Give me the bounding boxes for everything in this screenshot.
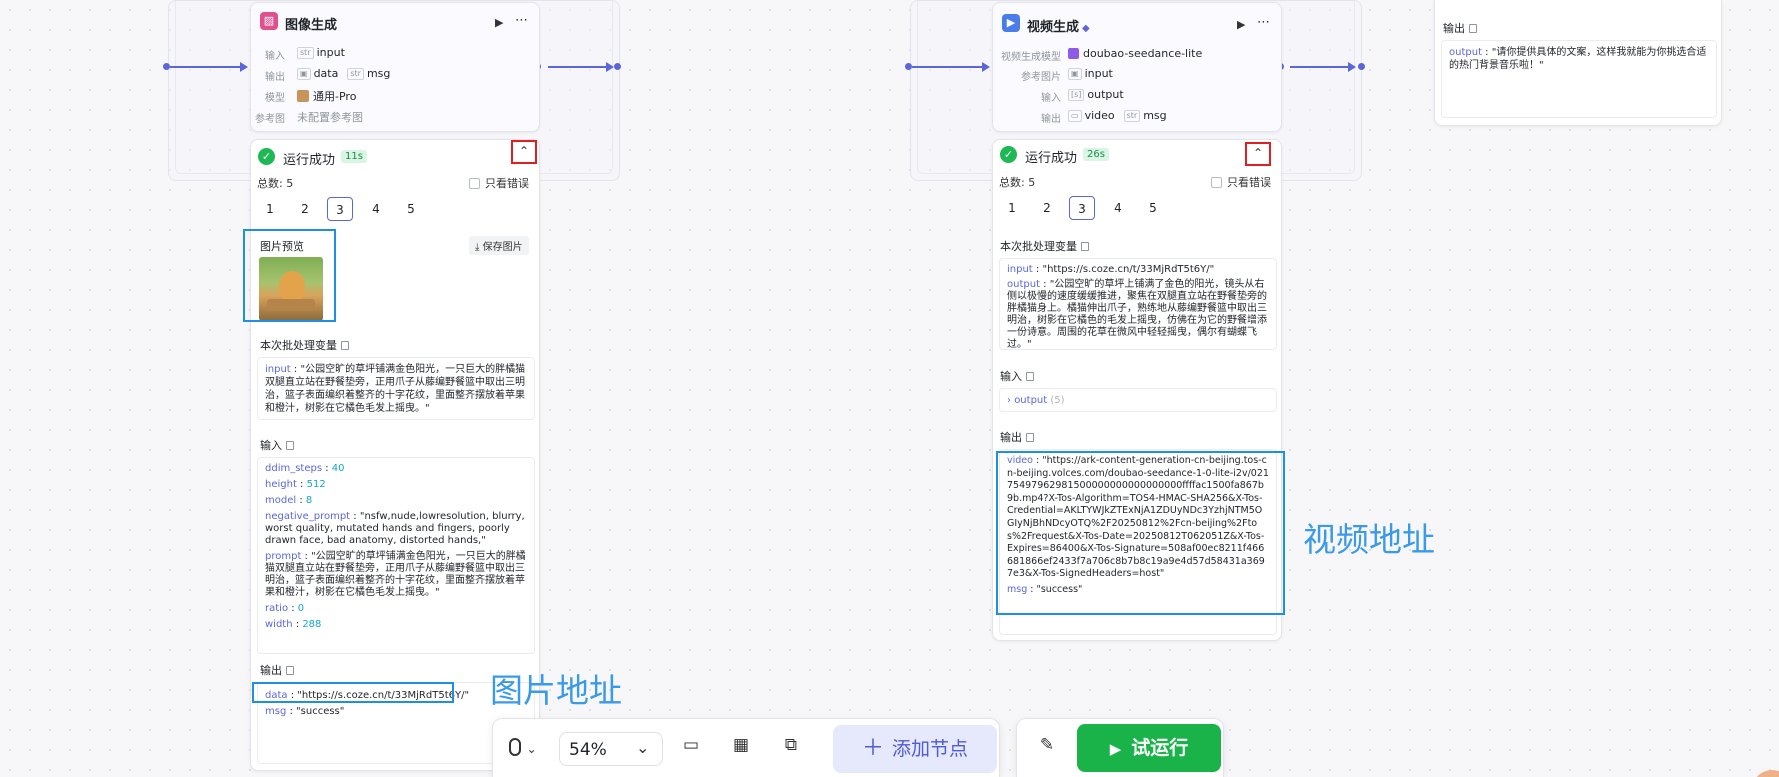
mouse-mode-icon[interactable]: ⌄: [505, 738, 541, 758]
save-image-button[interactable]: ⤓ 保存图片: [469, 236, 529, 255]
batch-vars: input : "https://s.coze.cn/t/33MjRdT5t6Y…: [999, 258, 1277, 350]
page-1[interactable]: 1: [999, 196, 1025, 220]
wrench-icon[interactable]: ✎: [1035, 735, 1059, 755]
video-icon: ▶: [1002, 14, 1020, 32]
more-icon[interactable]: ⋯: [1257, 15, 1271, 30]
input-collapsed-row[interactable]: › output (5): [999, 388, 1277, 412]
run-toolbar: ✎ ▶ 试运行: [1016, 718, 1224, 777]
minimap-icon[interactable]: ⧉: [779, 735, 803, 755]
connection-line: [170, 66, 240, 68]
play-icon[interactable]: ▶: [1237, 18, 1245, 31]
output-port[interactable]: [614, 63, 621, 70]
connection-line: [548, 66, 608, 68]
grid-layout-icon[interactable]: ▦: [729, 735, 753, 755]
only-errors-checkbox[interactable]: 只看错误: [469, 175, 529, 191]
image-url-annotation: 图片地址: [490, 671, 622, 710]
plus-icon: ＋: [861, 736, 884, 761]
page-2[interactable]: 2: [292, 197, 318, 221]
input-port[interactable]: [905, 63, 912, 70]
node-title: 图像生成: [285, 18, 338, 33]
collapse-button[interactable]: ⌃: [511, 140, 537, 164]
image-icon: ▨: [260, 12, 278, 30]
copy-icon: [1026, 433, 1034, 442]
batch-vars: input : "公园空旷的草坪铺满金色阳光，一只巨大的胖橘猫双腿直立站在野餐垫…: [257, 357, 535, 420]
arrow-icon: [1348, 62, 1356, 72]
copy-icon: [1081, 242, 1089, 251]
video-url-annotation: 视频地址: [1303, 520, 1435, 559]
page-5[interactable]: 5: [1140, 196, 1166, 220]
page-5[interactable]: 5: [398, 197, 424, 221]
arrow-icon: [240, 62, 248, 72]
collapse-button[interactable]: ⌃: [1245, 142, 1271, 166]
corner-decoration: [1752, 770, 1779, 777]
check-icon: ✓: [258, 148, 275, 165]
more-icon[interactable]: ⋯: [515, 13, 529, 28]
text-output-node: 输出 output : "请你提供具体的文案，这样我就能为你挑选合适的热门背景音…: [1434, 0, 1722, 126]
play-icon: ▶: [1109, 740, 1122, 758]
image-url-highlight: [252, 682, 454, 703]
add-node-button[interactable]: ＋添加节点: [833, 725, 997, 773]
inputs-box: ddim_steps : 40 height : 512 model : 8 n…: [257, 457, 535, 654]
page-3[interactable]: 3: [1069, 196, 1095, 220]
page-3[interactable]: 3: [327, 197, 353, 221]
arrow-icon: [606, 62, 614, 72]
check-icon: ✓: [1000, 146, 1017, 163]
page-4[interactable]: 4: [1105, 196, 1131, 220]
test-run-button[interactable]: ▶ 试运行: [1077, 724, 1221, 772]
model-avatar: [297, 90, 309, 102]
play-icon[interactable]: ▶: [495, 16, 503, 29]
download-icon: ⤓: [475, 242, 483, 253]
connection-line: [912, 66, 982, 68]
chevron-down-icon: ⌄: [636, 738, 650, 757]
page-1[interactable]: 1: [257, 197, 283, 221]
model-logo-icon: [1068, 48, 1079, 59]
zoom-select[interactable]: 54% ⌄: [559, 732, 663, 766]
copy-icon: [1469, 24, 1477, 33]
image-gen-node[interactable]: ▨ 图像生成 ▶ ⋯ 输入 str input 输出 ▣ data str msg 模型…: [250, 2, 540, 132]
copy-icon: [1026, 372, 1034, 381]
output-port[interactable]: [1358, 63, 1365, 70]
image-preview-highlight: [243, 229, 336, 322]
comment-icon[interactable]: ▭: [679, 735, 703, 755]
copy-icon: [341, 341, 349, 350]
verified-icon: ◆: [1082, 23, 1090, 34]
copy-icon: [286, 666, 294, 675]
arrow-icon: [982, 62, 990, 72]
canvas-toolbar: ⌄ 54% ⌄ ▭ ▦ ⧉ ＋添加节点: [492, 718, 1000, 777]
only-errors-checkbox[interactable]: 只看错误: [1211, 174, 1271, 190]
node-title: 视频生成 ◆: [1027, 20, 1090, 35]
page-2[interactable]: 2: [1034, 196, 1060, 220]
input-port[interactable]: [163, 63, 170, 70]
copy-icon: [286, 441, 294, 450]
video-gen-node[interactable]: ▶ 视频生成 ◆ ▶ ⋯ 视频生成模型 doubao-seedance-lite …: [992, 2, 1282, 132]
page-4[interactable]: 4: [363, 197, 389, 221]
connection-line: [1290, 66, 1350, 68]
video-url-highlight: [996, 451, 1285, 615]
